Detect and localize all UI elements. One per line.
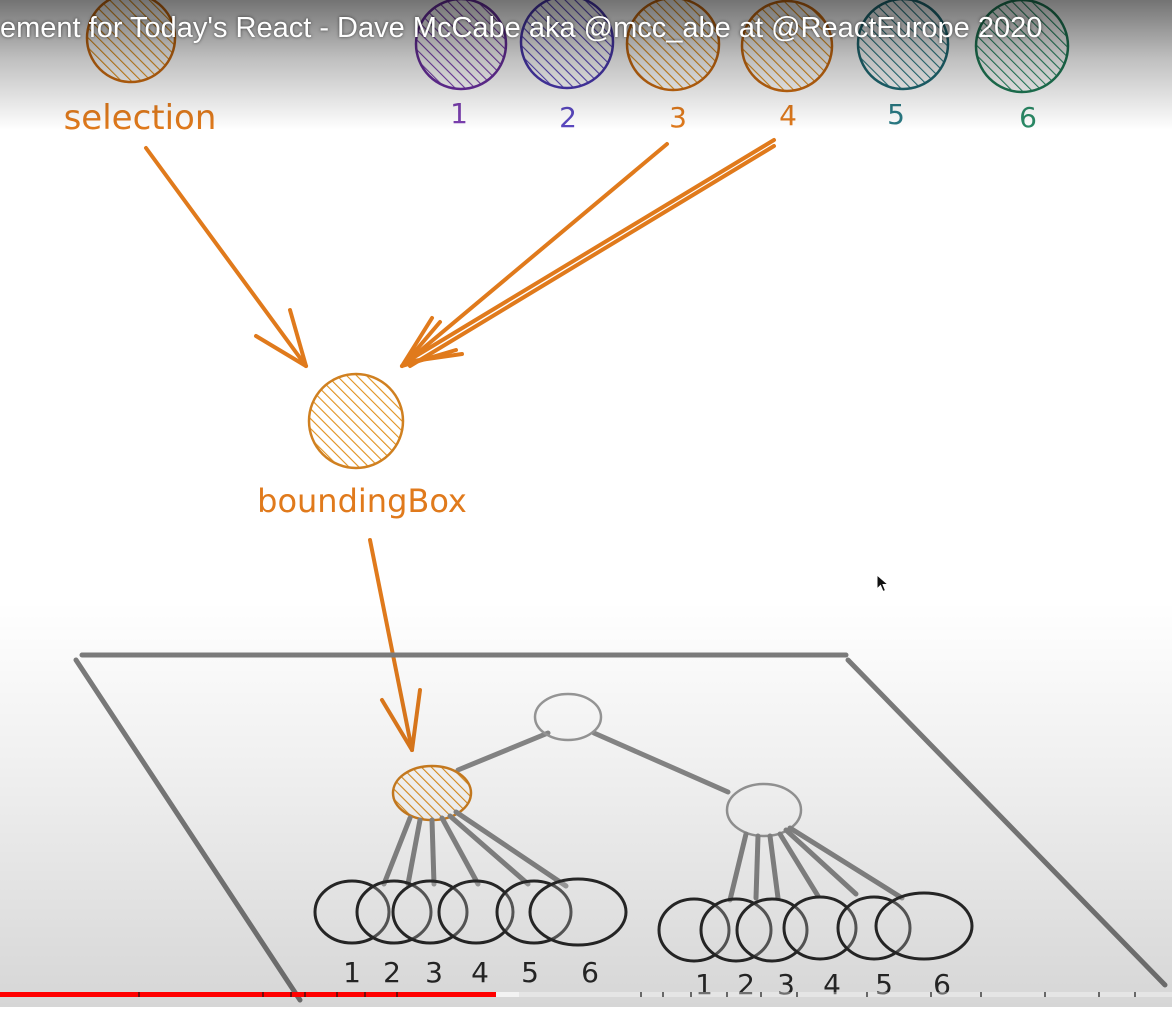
chapter-marker <box>866 992 868 997</box>
selector-boundingbox-node <box>307 372 405 470</box>
atom-label-5: 5 <box>887 98 905 131</box>
selector-label-boundingbox: boundingBox <box>257 482 467 520</box>
arrow-atom4-to-boundingbox <box>404 138 776 368</box>
whiteboard-canvas: selection 1 2 3 4 5 6 boundingBox 1 2 3 … <box>64 0 1168 1003</box>
left-leaf-label-2: 2 <box>383 956 401 989</box>
atom-label-1: 1 <box>450 97 468 130</box>
chapter-marker <box>980 992 982 997</box>
video-title[interactable]: ement for Today's React - Dave McCabe ak… <box>0 12 1042 45</box>
right-leaf-edges <box>727 825 905 903</box>
atom-label-6: 6 <box>1019 101 1037 134</box>
chapter-marker <box>640 992 642 997</box>
arrow-selection-to-boundingbox <box>144 146 308 368</box>
atom-label-4: 4 <box>779 99 797 132</box>
left-leaf-label-5: 5 <box>521 956 539 989</box>
tree-edges <box>455 730 731 795</box>
progress-bar[interactable] <box>0 992 1172 997</box>
mouse-pointer-icon <box>876 574 890 593</box>
left-leaf-label-6: 6 <box>581 956 599 989</box>
left-leaf-label-3: 3 <box>425 956 443 989</box>
chapter-marker <box>290 992 292 997</box>
arrow-atom3-to-boundingbox <box>400 142 669 368</box>
chapter-marker <box>662 992 664 997</box>
video-player[interactable]: selection 1 2 3 4 5 6 boundingBox 1 2 3 … <box>0 0 1172 1007</box>
chapter-marker <box>304 992 306 997</box>
chapter-marker <box>336 992 338 997</box>
chapter-marker <box>690 992 692 997</box>
right-leaf-nodes <box>657 891 974 963</box>
chapter-marker <box>796 992 798 997</box>
chapter-marker <box>364 992 366 997</box>
left-leaf-nodes <box>313 877 628 947</box>
atom-label-3: 3 <box>669 101 687 134</box>
chapter-marker <box>1044 992 1046 997</box>
chapter-marker <box>262 992 264 997</box>
chapter-marker <box>930 992 932 997</box>
chapter-marker <box>138 992 140 997</box>
progress-played <box>0 992 496 997</box>
left-leaf-label-4: 4 <box>471 956 489 989</box>
left-leaf-edges <box>381 809 569 889</box>
atom-label-selection: selection <box>64 98 217 138</box>
react-tree-plane <box>73 652 1168 1003</box>
atom-label-2: 2 <box>559 101 577 134</box>
chapter-marker <box>760 992 762 997</box>
chapter-marker <box>1098 992 1100 997</box>
tree-root-node <box>533 692 603 742</box>
chapter-marker <box>726 992 728 997</box>
chapter-marker <box>1134 992 1136 997</box>
left-leaf-label-1: 1 <box>343 956 361 989</box>
arrow-boundingbox-to-tree <box>368 538 422 752</box>
chapter-marker <box>396 992 398 997</box>
